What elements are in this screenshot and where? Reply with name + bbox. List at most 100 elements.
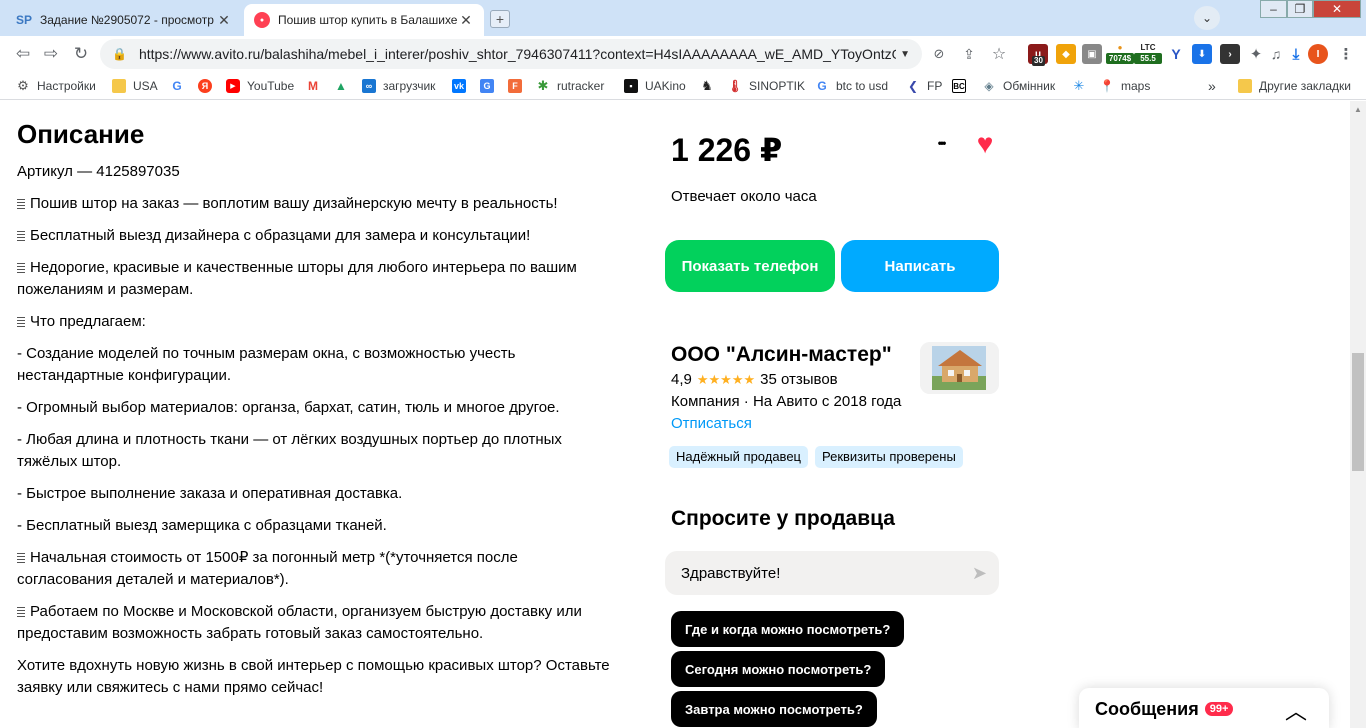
crypto-btc-widget[interactable]: ● 7074$ xyxy=(1106,42,1134,64)
badge-verified-details[interactable]: Реквизиты проверены xyxy=(815,446,963,468)
downloads-icon[interactable]: ⤓ xyxy=(1286,44,1306,64)
bookmark-google[interactable]: G xyxy=(170,78,191,94)
sp-favicon-icon: SP xyxy=(16,13,33,27)
quick-question-chip[interactable]: Завтра можно посмотреть? xyxy=(671,691,877,727)
bookmark-btc-usd[interactable]: Gbtc to usd xyxy=(815,78,888,94)
description-line-text: Недорогие, красивые и качественные шторы… xyxy=(17,259,577,298)
bookmark-sinoptik[interactable]: 🌡 SINOPTIK xyxy=(727,78,805,94)
close-icon[interactable]: ✕ xyxy=(458,12,474,29)
address-bar[interactable]: 🔒 https://www.avito.ru/balashiha/mebel_i… xyxy=(100,39,922,69)
bookmark-drive[interactable]: ▲ xyxy=(334,78,355,94)
window-close-button[interactable]: ✕ xyxy=(1313,0,1361,18)
extension-download-icon[interactable]: ⬇ xyxy=(1192,44,1212,64)
bookmark-label: Настройки xyxy=(37,79,96,93)
chevron-up-icon[interactable]: ︿ xyxy=(1285,694,1307,726)
minimize-button[interactable]: – xyxy=(1260,0,1287,18)
extension-briefcase-icon[interactable]: ▣ xyxy=(1082,44,1102,64)
badge-reliable-seller[interactable]: Надёжный продавец xyxy=(669,446,808,468)
unsubscribe-link[interactable]: Отписаться xyxy=(671,415,752,432)
description-lines: Пошив штор на заказ — воплотим вашу диза… xyxy=(17,193,617,699)
bookmark-bc[interactable]: BC xyxy=(952,78,973,94)
bookmark-loader[interactable]: ∞ загрузчик xyxy=(362,78,435,94)
gmail-icon: M xyxy=(308,79,318,93)
bookmark-chess[interactable]: ♞ xyxy=(700,78,721,94)
description-line: Бесплатный выезд дизайнера с образцами д… xyxy=(17,225,617,247)
blocked-icon[interactable]: ⊘ xyxy=(928,44,950,64)
bookmark-label: YouTube xyxy=(247,79,295,93)
seller-avatar[interactable] xyxy=(920,342,999,394)
quick-question-chip[interactable]: Сегодня можно посмотреть? xyxy=(671,651,886,687)
bookmark-rutracker[interactable]: ✱ rutracker xyxy=(536,78,605,94)
bookmark-translate[interactable]: G xyxy=(480,78,501,94)
rating-stars-icon: ★★★★★ xyxy=(696,371,756,387)
quick-question-chip[interactable]: Где и когда можно посмотреть? xyxy=(671,611,905,647)
gear-icon: ⚙ xyxy=(17,78,29,93)
ask-seller-input[interactable]: Здравствуйте! ➤ xyxy=(665,551,999,595)
rutracker-icon: ✱ xyxy=(537,78,549,93)
reviews-link[interactable]: 35 отзывов xyxy=(760,371,838,388)
write-message-button[interactable]: Написать xyxy=(841,240,999,292)
bookmark-maps[interactable]: 📍 maps xyxy=(1099,78,1151,94)
share-icon[interactable]: ⇪ xyxy=(958,44,980,64)
bookmark-label: maps xyxy=(1121,79,1151,93)
bookmark-f[interactable]: F xyxy=(508,78,529,94)
extension-y-icon[interactable]: Y xyxy=(1166,44,1186,64)
close-icon[interactable]: ✕ xyxy=(216,12,232,29)
description-line: Начальная стоимость от 1500₽ за погонный… xyxy=(17,547,617,591)
loader-icon: ∞ xyxy=(362,79,376,93)
description-line: Пошив штор на заказ — воплотим вашу диза… xyxy=(17,193,617,215)
crypto-ltc-widget[interactable]: LTC 55.5 xyxy=(1134,42,1162,64)
bookmark-settings[interactable]: ⚙ Настройки xyxy=(16,78,96,94)
show-phone-button[interactable]: Показать телефон xyxy=(665,240,835,292)
rating-value: 4,9 xyxy=(671,371,692,388)
seller-name[interactable]: ООО "Алсин-мастер" xyxy=(671,343,892,367)
messages-widget[interactable]: Сообщения 99+ ︿ xyxy=(1079,688,1329,728)
reply-time: Отвечает около часа xyxy=(671,188,817,205)
bullet-icon xyxy=(17,607,25,617)
maximize-button[interactable]: ❐ xyxy=(1287,0,1313,18)
scroll-up-icon[interactable]: ▲ xyxy=(1354,105,1362,114)
bookmark-other[interactable]: Другие закладки xyxy=(1238,78,1351,94)
extension-arrow-icon[interactable]: › xyxy=(1220,44,1240,64)
bookmarks-overflow[interactable]: » xyxy=(1208,78,1216,94)
forward-button[interactable]: ⇨ xyxy=(40,44,62,64)
drive-icon: ▲ xyxy=(335,79,347,93)
dropdown-icon[interactable]: ▼ xyxy=(900,49,910,60)
new-tab-button[interactable]: + xyxy=(490,10,510,28)
send-icon[interactable]: ➤ xyxy=(972,563,987,584)
messages-count-badge: 99+ xyxy=(1204,702,1234,716)
tab-search-button[interactable]: ⌄ xyxy=(1194,6,1220,30)
bookmark-fp[interactable]: ❮ FP xyxy=(906,78,942,94)
google-icon: G xyxy=(817,79,827,93)
bookmark-label: Другие закладки xyxy=(1259,79,1351,93)
bookmark-star-icon[interactable]: ☆ xyxy=(988,44,1010,64)
bc-icon: BC xyxy=(952,79,966,93)
bookmark-exchange[interactable]: ◈ Обмінник xyxy=(982,78,1055,94)
extensions-puzzle-icon[interactable]: ✦ xyxy=(1246,44,1266,64)
url-text: https://www.avito.ru/balashiha/mebel_i_i… xyxy=(138,46,897,62)
bookmark-star[interactable]: ✳ xyxy=(1072,78,1093,94)
bookmark-youtube[interactable]: ▶ YouTube xyxy=(226,78,294,94)
bookmark-vk[interactable]: vk xyxy=(452,78,473,94)
bookmark-gmail[interactable]: M xyxy=(306,78,327,94)
reload-button[interactable]: ↻ xyxy=(70,44,92,64)
tab-avito[interactable]: ● Пошив штор купить в Балашихе ✕ xyxy=(244,4,484,36)
extension-fox-icon[interactable]: ◆ xyxy=(1056,44,1076,64)
media-control-icon[interactable]: ♫ xyxy=(1266,44,1286,64)
favorite-heart-icon[interactable]: ♥ xyxy=(970,129,1000,159)
bookmark-uakino[interactable]: ▪ UAKino xyxy=(624,78,686,94)
profile-avatar[interactable]: I xyxy=(1308,44,1328,64)
house-image xyxy=(920,342,999,394)
menu-kebab-icon[interactable]: ⋮ xyxy=(1336,44,1356,64)
more-options-button[interactable]: ••• xyxy=(928,134,954,154)
maps-icon: 📍 xyxy=(1099,79,1115,93)
scrollbar-thumb[interactable] xyxy=(1352,353,1364,471)
back-button[interactable]: ⇦ xyxy=(12,44,34,64)
bookmark-label: загрузчик xyxy=(383,79,436,93)
bookmark-yandex[interactable]: Я xyxy=(198,78,219,94)
bookmark-usa[interactable]: USA xyxy=(112,78,158,94)
page-scrollbar[interactable]: ▲ xyxy=(1350,101,1366,728)
bullet-icon xyxy=(17,317,25,327)
tab-task[interactable]: SP Задание №2905072 - просмотр з ✕ xyxy=(6,4,242,36)
lock-icon: 🔒 xyxy=(112,47,127,61)
